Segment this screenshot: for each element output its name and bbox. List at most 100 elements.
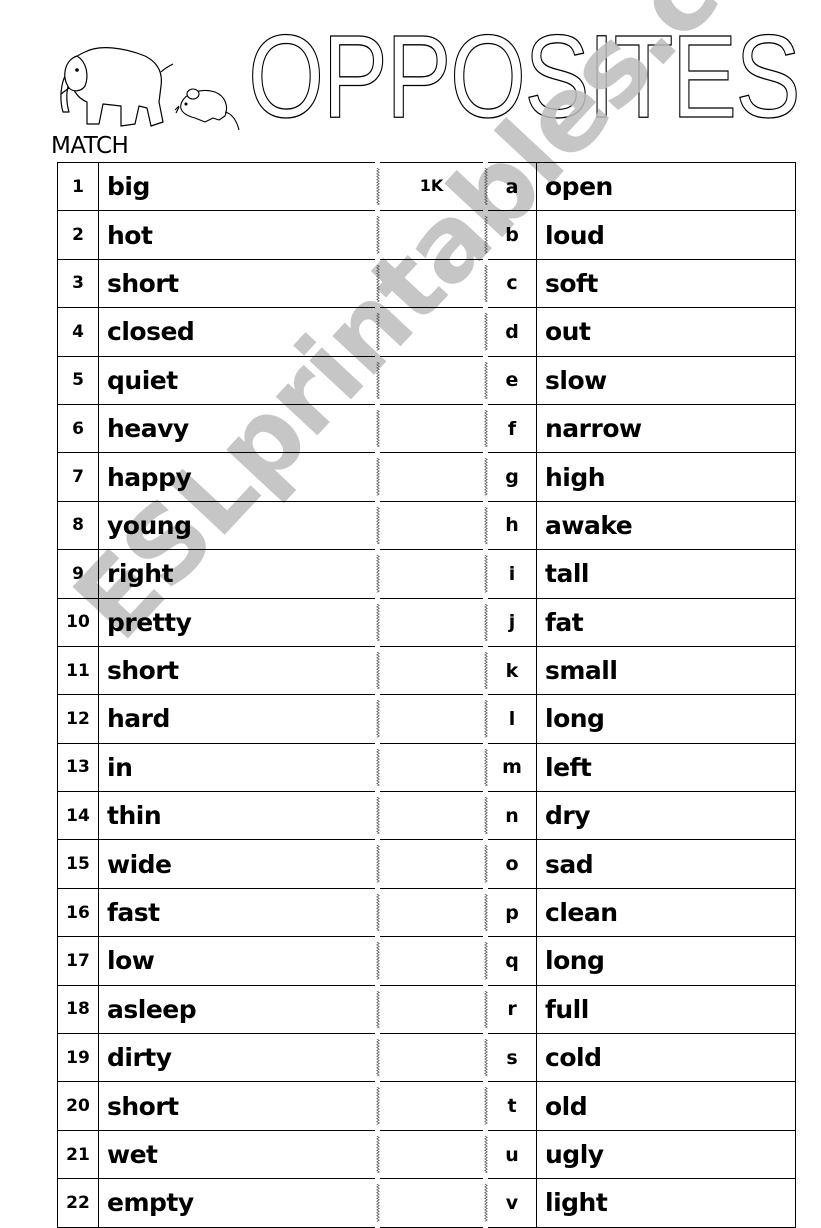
worksheet-title: OPPOSITES (247, 11, 801, 143)
table-row: 7 happy g high (57, 452, 796, 502)
answer-field[interactable] (380, 1033, 483, 1083)
zigzag-line (375, 313, 380, 351)
item-number: 3 (57, 258, 99, 309)
option-letter: j (488, 597, 537, 647)
word-cell: asleep (98, 984, 375, 1035)
item-number: 1 (57, 161, 99, 212)
table-row: 6 heavy f narrow (57, 403, 796, 454)
answer-field[interactable] (380, 742, 483, 793)
answer-field[interactable] (380, 210, 483, 260)
item-number: 5 (57, 355, 99, 405)
table-row: 18 asleep r full (57, 984, 796, 1035)
item-number: 21 (57, 1129, 99, 1180)
zigzag-line (483, 893, 488, 932)
word-cell: short (98, 258, 375, 309)
answer-field[interactable] (380, 645, 483, 696)
zigzag-line (483, 1135, 488, 1174)
zigzag-line (483, 409, 488, 448)
option-letter: m (488, 742, 537, 793)
opposite-word-cell: awake (536, 500, 796, 551)
zigzag-line (375, 361, 380, 399)
zigzag-line (483, 1184, 488, 1222)
opposite-word-cell: long (536, 936, 796, 986)
item-number: 6 (57, 403, 99, 454)
table-row: 20 short t old (57, 1081, 796, 1131)
word-cell: heavy (98, 403, 375, 454)
zigzag-line (483, 990, 488, 1029)
word-cell: hot (98, 210, 375, 260)
zigzag-line (375, 651, 380, 690)
table-row: 9 right i tall (57, 549, 796, 599)
zigzag-line (483, 168, 488, 206)
item-number: 13 (57, 742, 99, 793)
zigzag-line (375, 506, 380, 545)
item-number: 16 (57, 887, 99, 938)
answer-field[interactable] (380, 307, 483, 357)
item-number: 4 (57, 307, 99, 357)
zigzag-line (375, 603, 380, 641)
item-number: 19 (57, 1033, 99, 1083)
item-number: 7 (57, 452, 99, 502)
item-number: 12 (57, 694, 99, 744)
table-row: 10 pretty j fat (57, 597, 796, 647)
answer-field[interactable] (380, 984, 483, 1035)
zigzag-line (375, 458, 380, 496)
option-letter: t (488, 1081, 537, 1131)
zigzag-line (375, 797, 380, 835)
zigzag-line (375, 409, 380, 448)
table-row: 1 big 1K a open (57, 161, 796, 212)
table-row: 5 quiet e slow (57, 355, 796, 405)
answer-field[interactable] (380, 500, 483, 551)
word-cell: young (98, 500, 375, 551)
zigzag-line (375, 168, 380, 206)
table-row: 13 in m left (57, 742, 796, 793)
zigzag-line (483, 845, 488, 883)
opposite-word-cell: dry (536, 791, 796, 841)
word-cell: big (98, 161, 375, 212)
table-row: 15 wide o sad (57, 839, 796, 889)
answer-field[interactable] (380, 936, 483, 986)
opposite-word-cell: loud (536, 210, 796, 260)
answer-field[interactable] (380, 258, 483, 309)
table-row: 22 empty v light (57, 1178, 796, 1228)
zigzag-line (375, 845, 380, 883)
answer-field[interactable] (380, 694, 483, 744)
zigzag-line (375, 748, 380, 787)
word-cell: happy (98, 452, 375, 502)
option-letter: n (488, 791, 537, 841)
word-cell: thin (98, 791, 375, 841)
answer-field[interactable]: 1K (380, 161, 483, 212)
answer-field[interactable] (380, 839, 483, 889)
word-cell: short (98, 645, 375, 696)
word-cell: quiet (98, 355, 375, 405)
answer-field[interactable] (380, 452, 483, 502)
zigzag-line (483, 1087, 488, 1125)
answer-field[interactable] (380, 1081, 483, 1131)
zigzag-line (483, 506, 488, 545)
answer-field[interactable] (380, 1129, 483, 1180)
zigzag-line (375, 942, 380, 980)
mouse-icon (175, 88, 240, 131)
word-cell: pretty (98, 597, 375, 647)
answer-field[interactable] (380, 549, 483, 599)
table-row: 14 thin n dry (57, 791, 796, 841)
zigzag-line (375, 1184, 380, 1222)
answer-field[interactable] (380, 791, 483, 841)
option-letter: o (488, 839, 537, 889)
option-letter: g (488, 452, 537, 502)
table-row: 21 wet u ugly (57, 1129, 796, 1180)
answer-field[interactable] (380, 355, 483, 405)
option-letter: i (488, 549, 537, 599)
word-cell: wet (98, 1129, 375, 1180)
zigzag-line (483, 458, 488, 496)
zigzag-line (375, 990, 380, 1029)
opposite-word-cell: old (536, 1081, 796, 1131)
opposite-word-cell: small (536, 645, 796, 696)
option-letter: v (488, 1178, 537, 1228)
opposite-word-cell: sad (536, 839, 796, 889)
answer-field[interactable] (380, 887, 483, 938)
opposite-word-cell: cold (536, 1033, 796, 1083)
answer-field[interactable] (380, 403, 483, 454)
answer-field[interactable] (380, 597, 483, 647)
answer-field[interactable] (380, 1178, 483, 1228)
